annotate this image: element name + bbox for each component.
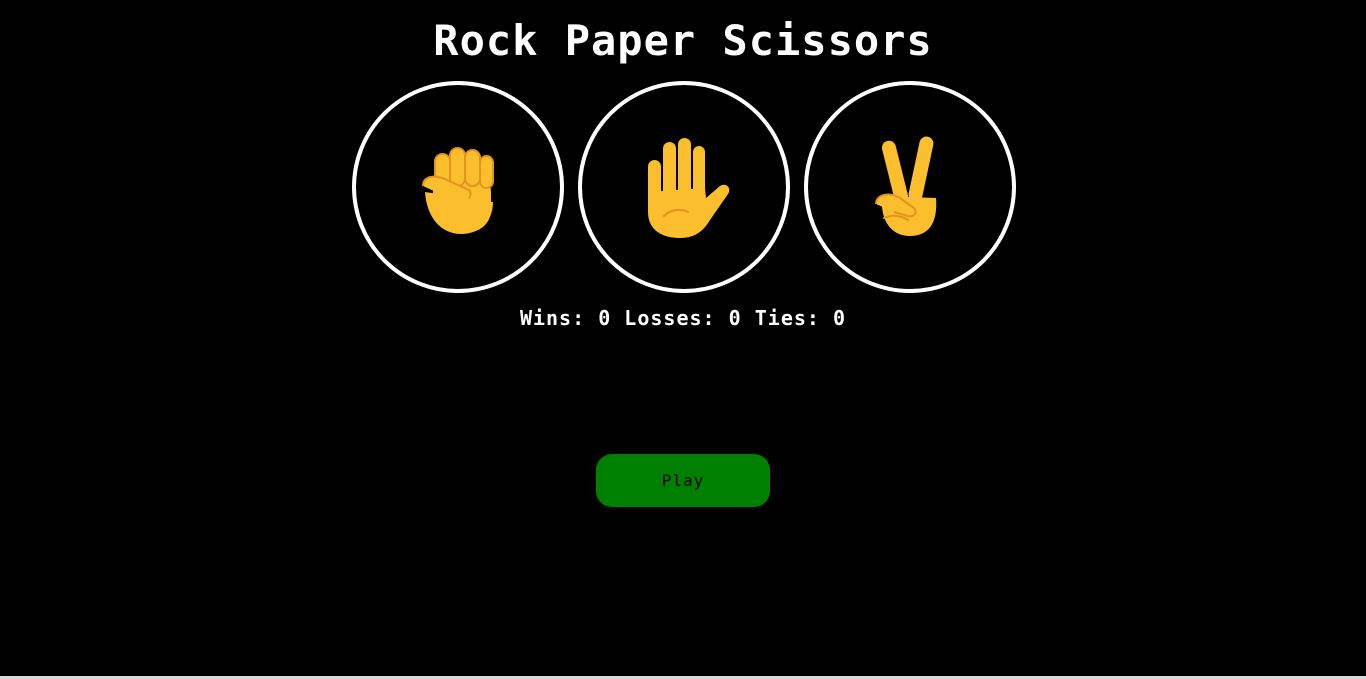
losses-label: Losses: <box>624 306 716 330</box>
paper-choice-button[interactable] <box>578 81 790 293</box>
choice-group <box>352 81 1016 293</box>
raised-hand-icon <box>648 138 730 238</box>
ties-count: 0 <box>833 306 847 330</box>
rock-choice-button[interactable] <box>352 81 564 293</box>
ties-label: Ties: <box>754 306 820 330</box>
scoreboard: Wins: 0 Losses: 0 Ties: 0 <box>0 305 1366 331</box>
losses-count: 0 <box>728 306 742 330</box>
wins-label: Wins: <box>519 306 586 330</box>
scissors-choice-button[interactable] <box>804 81 1016 293</box>
victory-hand-icon <box>875 136 937 236</box>
wins-count: 0 <box>598 306 612 330</box>
play-button[interactable]: Play <box>596 454 770 507</box>
raised-fist-icon <box>422 147 494 234</box>
page-title: Rock Paper Scissors <box>433 16 933 65</box>
